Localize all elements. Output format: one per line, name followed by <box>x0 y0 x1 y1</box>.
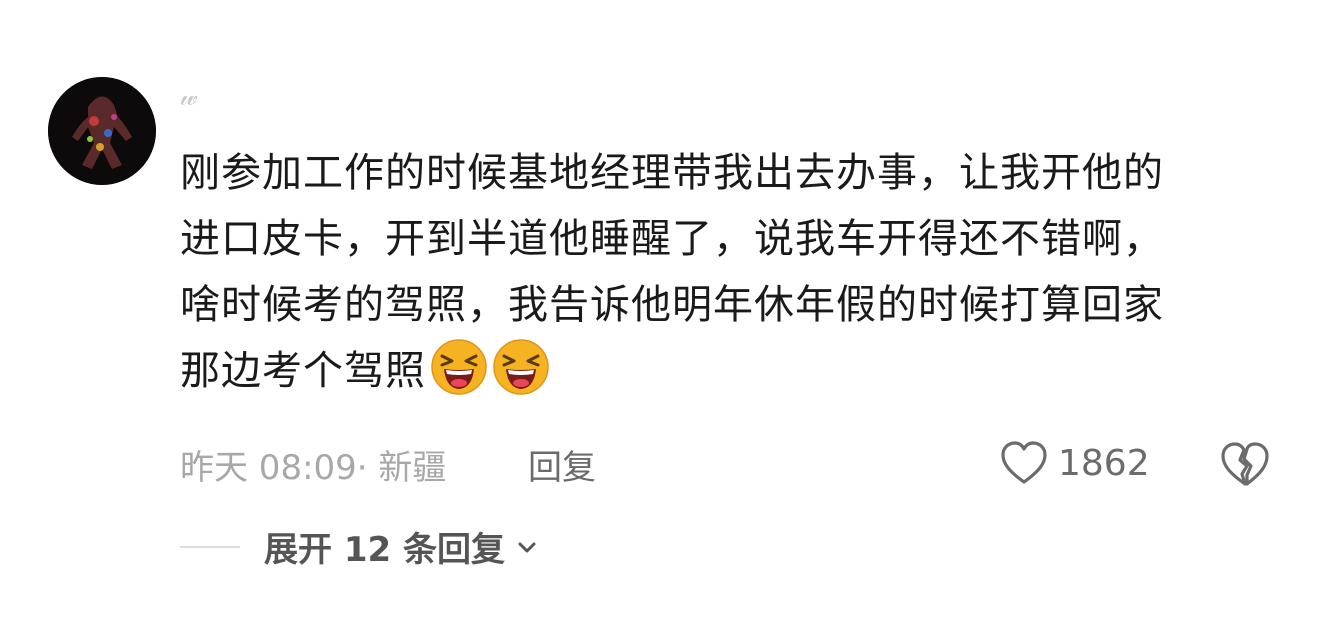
reply-button[interactable]: 回复 <box>528 440 596 489</box>
like-count: 1862 <box>1058 442 1150 484</box>
expand-replies[interactable]: 展开 12 条回复 <box>180 522 539 571</box>
comment-meta: 昨天 08:09· 新疆 <box>180 448 447 488</box>
comment-line-last: 那边考个驾照 <box>180 338 1260 404</box>
laughing-face-icon <box>430 338 488 396</box>
laughing-face-icon <box>492 338 550 396</box>
heart-icon <box>1001 441 1047 484</box>
avatar[interactable] <box>48 77 156 185</box>
comment-line: 进口皮卡，开到半道他睡醒了，说我车开得还不错啊， <box>180 216 1164 262</box>
comment-body: 刚参加工作的时候基地经理带我出去办事，让我开他的 进口皮卡，开到半道他睡醒了，说… <box>180 140 1260 404</box>
broken-heart-icon <box>1221 442 1269 486</box>
username[interactable]: 𝓌 <box>180 82 199 113</box>
comment-line: 啥时候考的驾照，我告诉他明年休年假的时候打算回家 <box>180 282 1164 328</box>
comment-item: 𝓌 刚参加工作的时候基地经理带我出去办事，让我开他的 进口皮卡，开到半道他睡醒了… <box>0 0 1320 630</box>
divider-line <box>180 545 240 548</box>
like-button[interactable]: 1862 <box>1000 440 1150 486</box>
chevron-down-icon[interactable] <box>515 535 539 559</box>
comment-line: 刚参加工作的时候基地经理带我出去办事，让我开他的 <box>180 150 1164 196</box>
comment-line-text: 那边考个驾照 <box>180 348 426 394</box>
avatar-image <box>48 77 156 185</box>
dislike-button[interactable] <box>1220 440 1270 488</box>
expand-replies-label[interactable]: 展开 12 条回复 <box>264 522 505 571</box>
